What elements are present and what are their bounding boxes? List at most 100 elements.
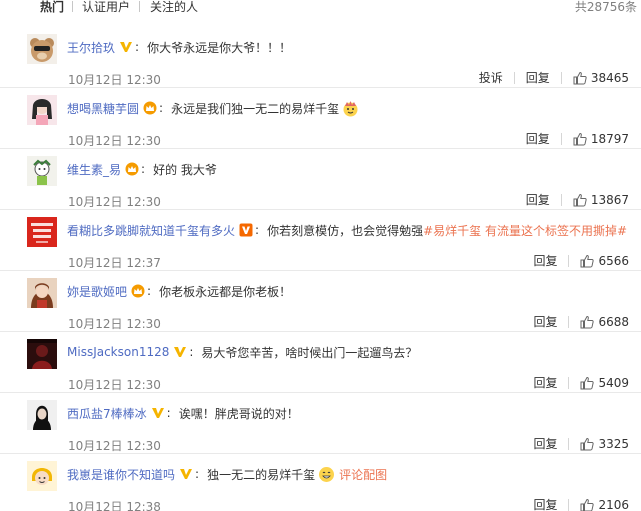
comment-line: 我崽是谁你不知道吗 : 独一无二的易烊千玺 评论配图 — [67, 465, 387, 483]
yellow-v-icon — [151, 406, 165, 420]
comment-line: 王尔拾玖 : 你大爷永远是你大爷！！！ — [67, 38, 291, 56]
reply-link[interactable]: 回复 — [533, 435, 557, 452]
like-count: 18797 — [590, 131, 629, 146]
like-count: 5409 — [598, 375, 629, 390]
orange-v-icon — [239, 223, 253, 237]
action-divider — [560, 71, 562, 84]
username-link[interactable]: MissJackson1128 — [67, 345, 169, 359]
comment-text: 诶嘿！胖虎哥说的对！ — [178, 406, 299, 421]
crown-icon — [131, 284, 145, 298]
comment-picture-link[interactable]: 评论配图 — [339, 466, 387, 483]
colon: : — [135, 40, 140, 54]
comment-line: 想喝黑糖芋圆 : 永远是我们独一无二的易烊千玺 — [67, 99, 359, 117]
username-link[interactable]: 想喝黑糖芋圆 — [67, 100, 139, 117]
report-link[interactable]: 投诉 — [479, 69, 503, 86]
comment-text: 你若刻意模仿，也会觉得勉强 — [267, 223, 424, 238]
action-divider — [568, 254, 570, 267]
colon: : — [195, 467, 200, 481]
reply-link[interactable]: 回复 — [533, 374, 557, 391]
username-link[interactable]: 看糊比多跳脚就知道千玺有多火 — [67, 222, 235, 239]
action-divider — [568, 437, 570, 450]
username-link[interactable]: 王尔拾玖 — [67, 39, 115, 56]
comment-actions: 回复 13867 — [526, 191, 629, 208]
tab-following[interactable]: 关注的人 — [150, 0, 198, 15]
comment-item: 妳是歌姬吧 : 你老板永远都是你老板！ 10月12日 12:30 回复 6688 — [0, 271, 641, 332]
yellow-v-icon — [173, 345, 187, 359]
like-button[interactable]: 2106 — [580, 498, 629, 511]
comment-filter-tabs: 热门 认证用户 关注的人 共28756条 — [0, 0, 641, 18]
comment-text: 独一无二的易烊千玺 — [207, 467, 316, 482]
thumbs-up-icon — [580, 498, 595, 511]
comment-actions: 回复 3325 — [533, 435, 629, 452]
tab-hot[interactable]: 热门 — [40, 0, 64, 15]
comment-item: 看糊比多跳脚就知道千玺有多火 : 你若刻意模仿，也会觉得勉强 #易烊千玺 有流量… — [0, 210, 641, 271]
like-button[interactable]: 18797 — [573, 132, 629, 146]
reply-link[interactable]: 回复 — [526, 69, 550, 86]
like-button[interactable]: 3325 — [580, 437, 629, 451]
comment-line: 看糊比多跳脚就知道千玺有多火 : 你若刻意模仿，也会觉得勉强 #易烊千玺 有流量… — [67, 221, 627, 239]
action-divider — [560, 132, 562, 145]
reply-link[interactable]: 回复 — [533, 313, 557, 330]
comment-line: 西瓜盐7棒棒冰 : 诶嘿！胖虎哥说的对！ — [67, 404, 299, 422]
colon: : — [166, 406, 171, 420]
like-button[interactable]: 6688 — [580, 315, 629, 329]
action-divider — [568, 498, 570, 511]
timestamp: 10月12日 12:30 — [68, 134, 161, 148]
reply-link[interactable]: 回复 — [533, 496, 557, 511]
reply-link[interactable]: 回复 — [526, 130, 550, 147]
avatar[interactable] — [27, 400, 57, 430]
like-button[interactable]: 38465 — [573, 71, 629, 85]
like-count: 13867 — [590, 192, 629, 207]
colon: : — [255, 223, 260, 237]
grin-emoji — [318, 466, 335, 483]
comment-text: 好的 我大爷 — [153, 162, 217, 177]
avatar[interactable] — [27, 278, 57, 308]
comment-text: 你大爷永远是你大爷！！！ — [147, 40, 292, 55]
comment-actions: 回复 2106 — [533, 496, 629, 511]
comment-item: 西瓜盐7棒棒冰 : 诶嘿！胖虎哥说的对！ 10月12日 12:30 回复 332… — [0, 393, 641, 454]
avatar[interactable] — [27, 217, 57, 247]
thumbs-up-icon — [573, 132, 587, 146]
like-button[interactable]: 5409 — [580, 376, 629, 390]
username-link[interactable]: 妳是歌姬吧 — [67, 283, 127, 300]
reply-link[interactable]: 回复 — [533, 252, 557, 269]
comment-item: 我崽是谁你不知道吗 : 独一无二的易烊千玺 评论配图 10月12日 12:38 … — [0, 454, 641, 511]
timestamp: 10月12日 12:30 — [68, 73, 161, 87]
comment-actions: 回复 18797 — [526, 130, 629, 147]
thumbs-up-icon — [573, 71, 587, 85]
yellow-v-icon — [119, 40, 133, 54]
thumbs-up-icon — [580, 315, 595, 329]
topic-hashtag-link[interactable]: #易烊千玺 有流量这个标签不用撕掉# — [423, 222, 627, 239]
avatar[interactable] — [27, 95, 57, 125]
like-count: 38465 — [590, 70, 629, 85]
timestamp: 10月12日 12:30 — [68, 195, 161, 209]
timestamp: 10月12日 12:30 — [68, 317, 161, 331]
avatar[interactable] — [27, 34, 57, 64]
avatar[interactable] — [27, 461, 57, 491]
thumbs-up-icon — [580, 376, 595, 390]
avatar[interactable] — [27, 339, 57, 369]
username-link[interactable]: 西瓜盐7棒棒冰 — [67, 405, 147, 422]
colon: : — [141, 162, 146, 176]
total-comment-count: 共28756条 — [574, 0, 637, 14]
crown-icon — [125, 162, 139, 176]
comment-text: 易大爷您辛苦，啥时候出门一起遛鸟去？ — [201, 345, 418, 360]
like-button[interactable]: 6566 — [580, 254, 629, 268]
timestamp: 10月12日 12:38 — [68, 500, 161, 511]
timestamp: 10月12日 12:30 — [68, 439, 161, 453]
reply-link[interactable]: 回复 — [526, 191, 550, 208]
action-divider — [513, 71, 515, 84]
colon: : — [147, 284, 152, 298]
thumbs-up-icon — [580, 437, 595, 451]
tab-verified-users[interactable]: 认证用户 — [82, 0, 130, 15]
comment-actions: 回复 6688 — [533, 313, 629, 330]
username-link[interactable]: 维生素_易 — [67, 161, 121, 178]
tab-divider — [139, 1, 140, 12]
avatar[interactable] — [27, 156, 57, 186]
username-link[interactable]: 我崽是谁你不知道吗 — [67, 466, 175, 483]
comment-line: 妳是歌姬吧 : 你老板永远都是你老板！ — [67, 282, 291, 300]
like-button[interactable]: 13867 — [573, 193, 629, 207]
comment-actions: 回复 5409 — [533, 374, 629, 391]
comment-actions: 投诉 回复 38465 — [479, 69, 629, 86]
crown-face-emoji — [342, 100, 359, 117]
